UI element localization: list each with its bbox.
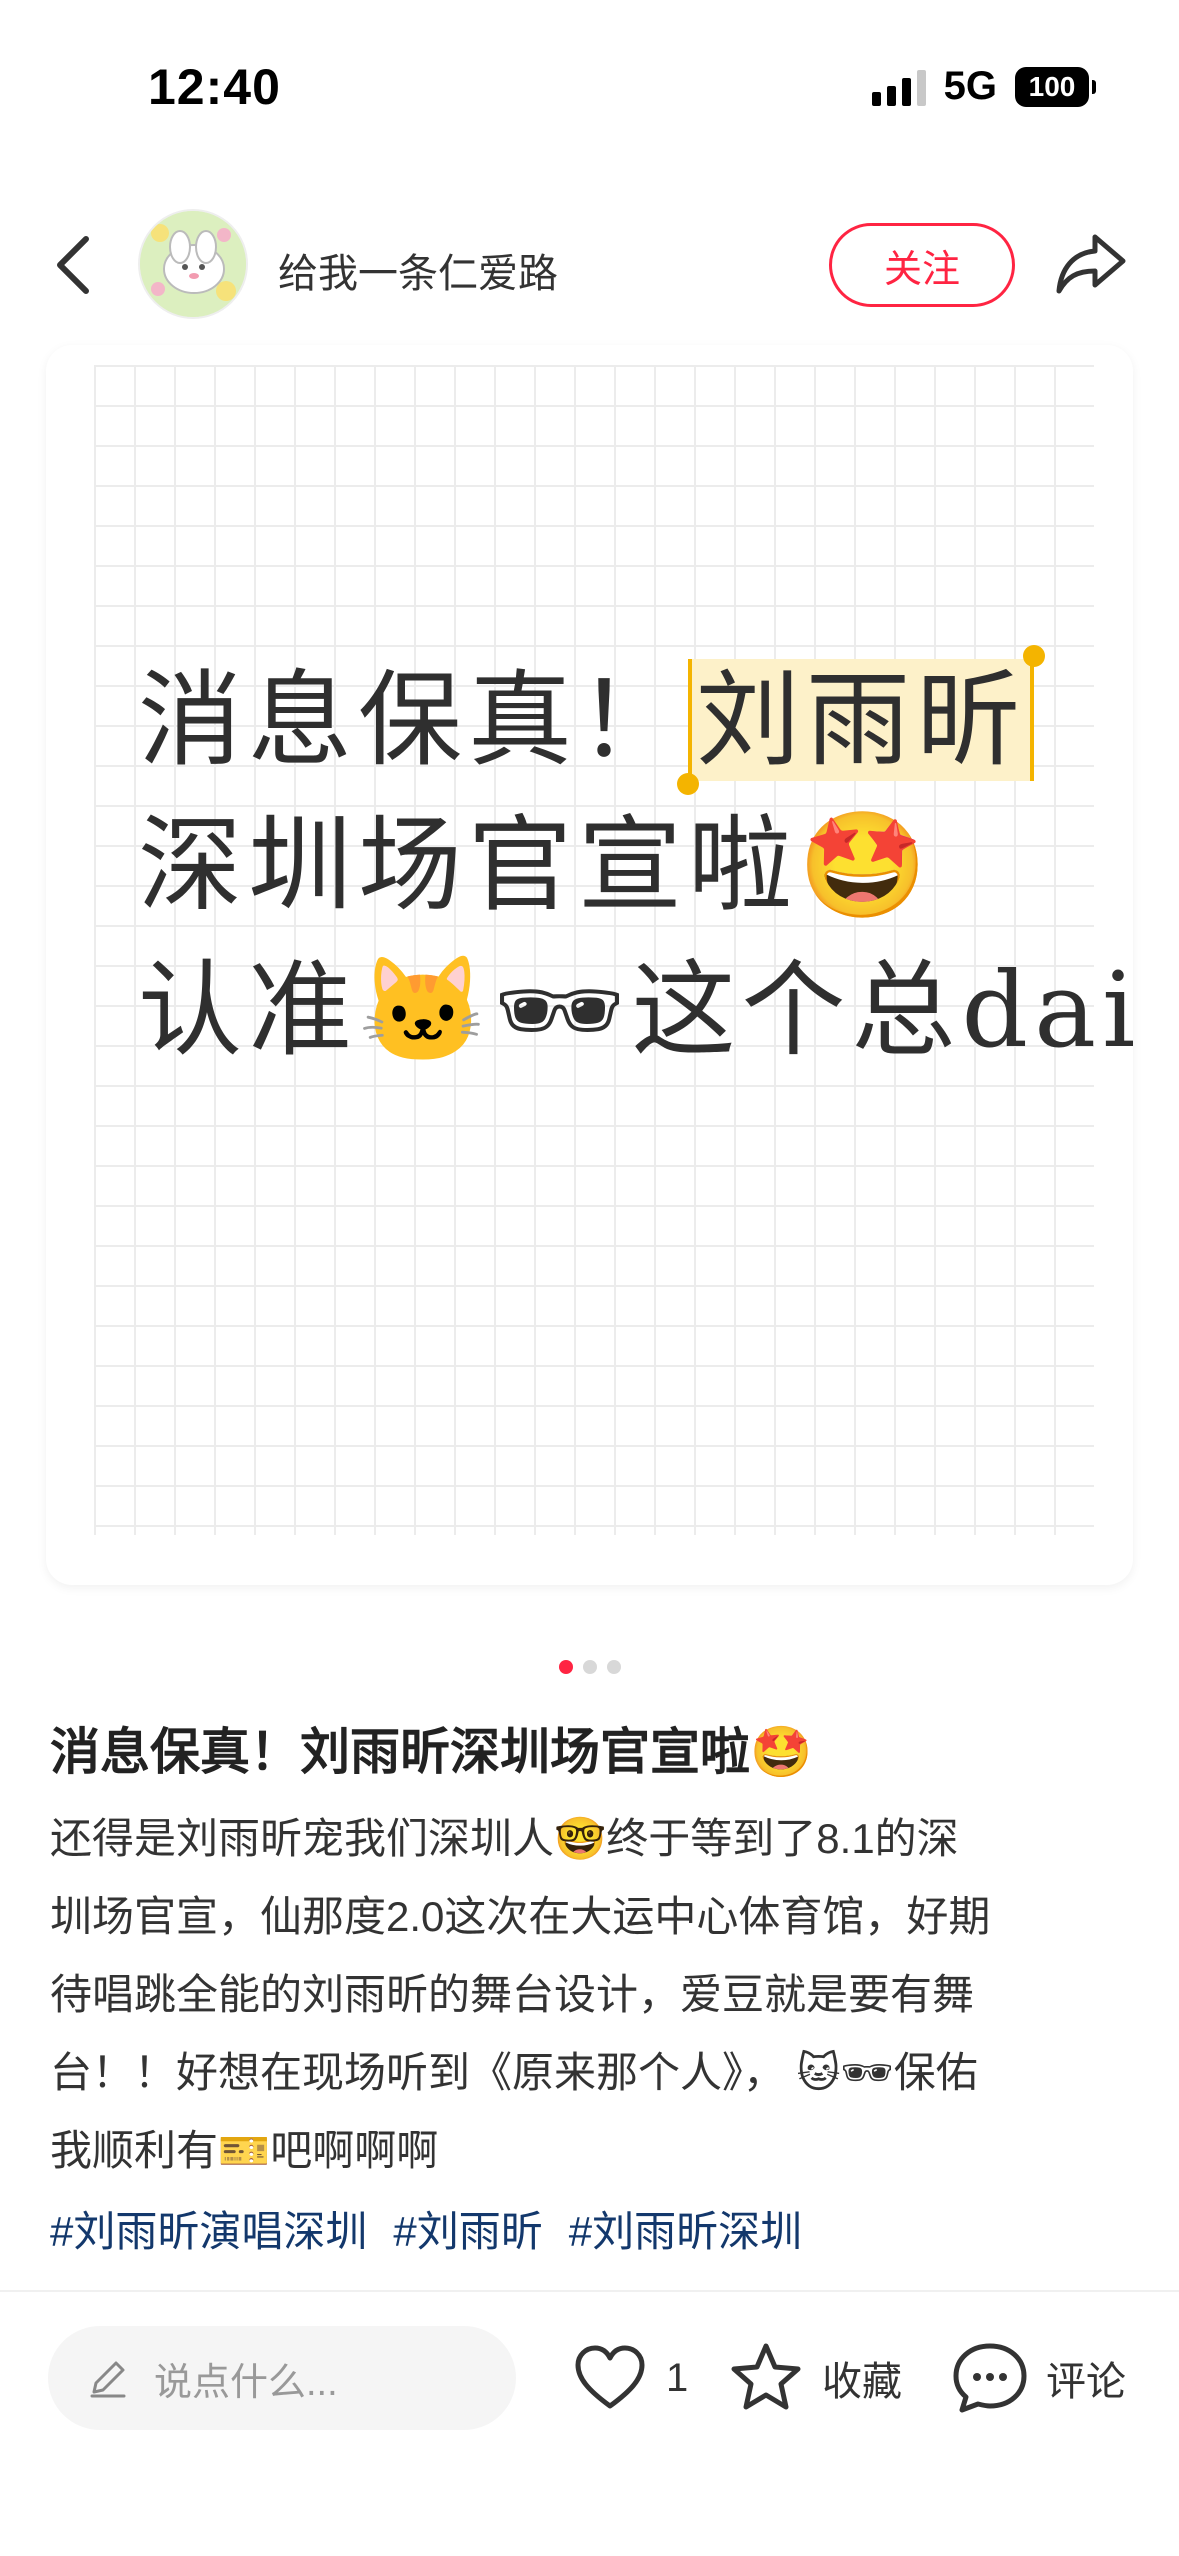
image-text-line-3: 认准🐱🕶这个总dai <box>138 949 1133 1071</box>
avatar[interactable] <box>138 209 248 319</box>
collect-button[interactable]: 收藏 <box>726 2336 902 2420</box>
image-text-line-1-a: 消息保真！ <box>138 659 689 781</box>
battery-icon: 100 <box>1015 66 1096 107</box>
pagination-dot[interactable] <box>558 1660 573 1674</box>
comment-placeholder: 说点什么... <box>154 2361 338 2404</box>
signal-icon <box>871 68 926 106</box>
post-title: 消息保真！刘雨昕深圳场官宣啦🤩 <box>50 1724 813 1780</box>
image-text-line-2: 深圳场官宣啦🤩 <box>138 804 934 926</box>
pagination-dot[interactable] <box>606 1660 621 1674</box>
heart-icon <box>575 2345 645 2409</box>
image-pagination <box>0 1660 1179 1674</box>
bottom-divider <box>0 2290 1179 2292</box>
hashtag[interactable]: #刘雨昕 <box>393 2198 542 2259</box>
post-header: 给我一条仁爱路 关注 <box>0 205 1179 325</box>
battery-level: 100 <box>1028 70 1076 102</box>
pencil-icon <box>90 2361 126 2398</box>
highlighted-name-text: 刘雨昕 <box>696 659 1027 781</box>
highlighted-name: 刘雨昕 <box>677 645 1046 795</box>
comment-button[interactable]: 评论 <box>950 2336 1126 2420</box>
comment-input[interactable]: 说点什么... <box>48 2326 516 2430</box>
post-body-line: 待唱跳全能的刘雨昕的舞台设计，爱豆就是要有舞 <box>50 1971 975 2018</box>
back-arrow-icon[interactable] <box>50 233 100 297</box>
like-count: 1 <box>666 2355 689 2400</box>
selection-handle-end <box>1023 645 1046 667</box>
author-name[interactable]: 给我一条仁爱路 <box>278 241 558 299</box>
collect-label: 收藏 <box>822 2360 902 2404</box>
network-type: 5G <box>943 64 997 108</box>
post-body-line: 我顺利有🎫吧啊啊啊 <box>50 2127 439 2174</box>
post-image-card[interactable]: 消息保真！ 刘雨昕 深圳场官宣啦🤩 认准🐱🕶这个总dai <box>46 345 1133 1585</box>
follow-button[interactable]: 关注 <box>829 223 1015 307</box>
hashtag[interactable]: #刘雨昕演唱深圳 <box>50 2198 367 2259</box>
star-icon <box>731 2343 801 2410</box>
hashtag[interactable]: #刘雨昕深圳 <box>569 2198 802 2259</box>
post-body-line: 还得是刘雨昕宠我们深圳人🤓终于等到了8.1的深 <box>50 1815 959 1862</box>
pagination-dot[interactable] <box>582 1660 597 1674</box>
status-time: 12:40 <box>148 59 281 115</box>
comment-bubble-icon <box>953 2343 1027 2413</box>
comment-label: 评论 <box>1046 2360 1126 2404</box>
post-body-line: 圳场官宣，仙那度2.0这次在大运中心体育馆，好期 <box>50 1893 991 1940</box>
like-button[interactable]: 1 <box>570 2336 688 2420</box>
avatar-illustration-icon <box>140 211 246 317</box>
status-indicators: 5G 100 <box>871 64 1096 109</box>
image-text-line-1: 消息保真！ 刘雨昕 <box>138 635 1046 795</box>
share-icon[interactable] <box>1055 231 1127 297</box>
hashtag-list: #刘雨昕演唱深圳 #刘雨昕 #刘雨昕深圳 <box>50 2198 802 2259</box>
post-body: 还得是刘雨昕宠我们深圳人🤓终于等到了8.1的深 圳场官宣，仙那度2.0这次在大运… <box>50 1800 1130 2190</box>
post-body-line: 台！！好想在现场听到《原来那个人》， 🐱🕶保佑 <box>50 2049 978 2096</box>
